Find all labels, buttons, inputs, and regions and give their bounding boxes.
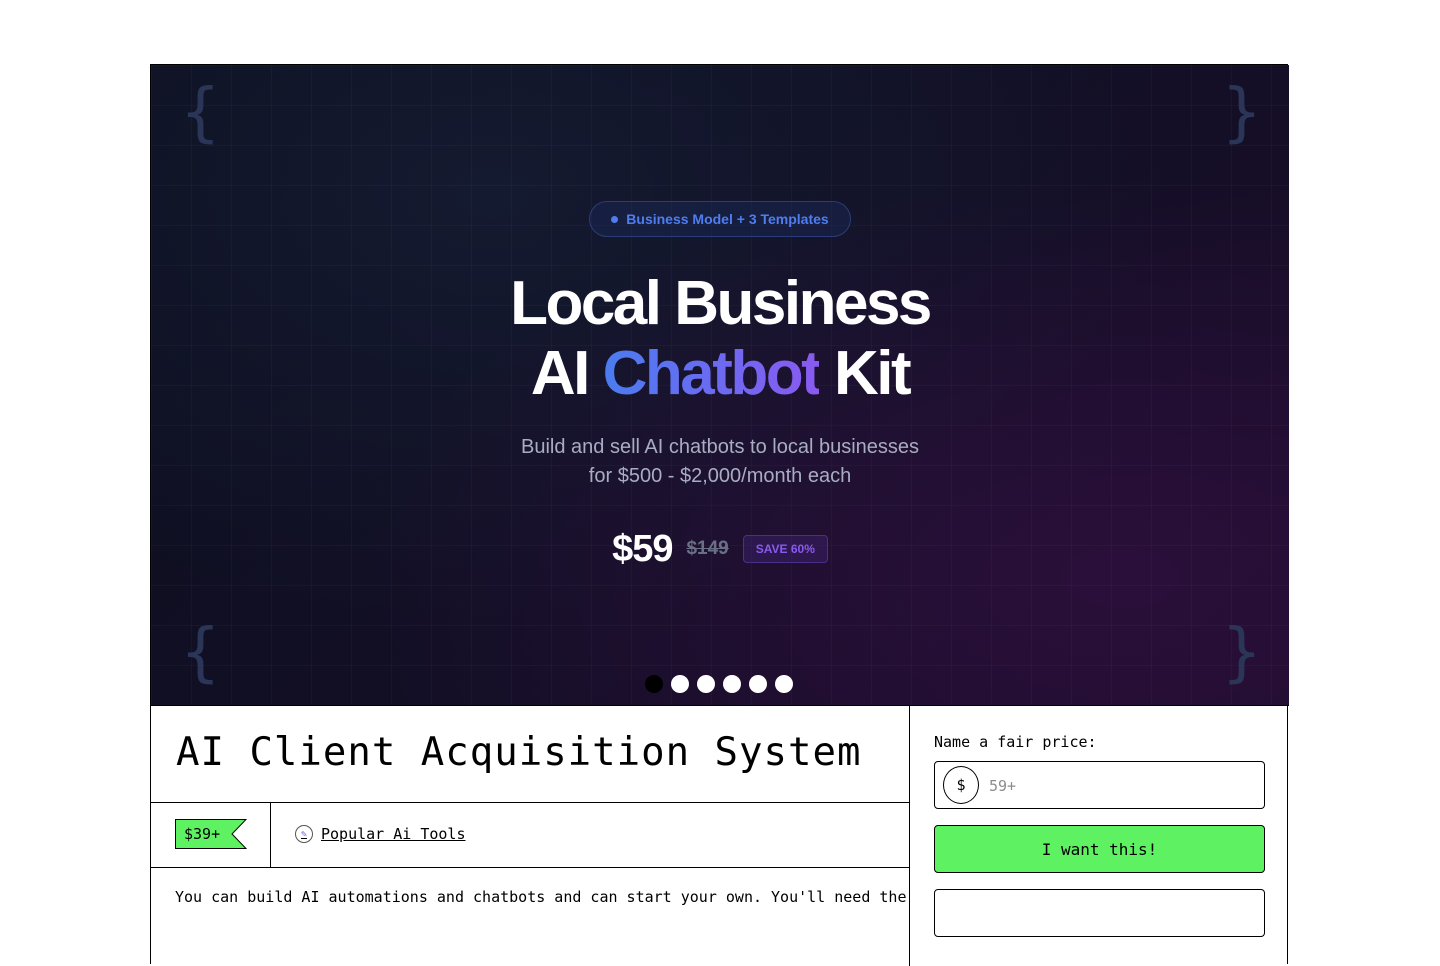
product-frame: { } { } Business Model + 3 Templates Loc… [150, 64, 1289, 966]
product-title: AI Client Acquisition System [176, 730, 862, 775]
brace-decoration: } [1222, 76, 1261, 150]
price-cell: $39+ [151, 803, 271, 867]
carousel-dot-5[interactable] [749, 675, 767, 693]
secondary-button[interactable] [934, 889, 1265, 937]
save-badge: SAVE 60% [742, 535, 828, 563]
hero-price-row: $59 $149 SAVE 60% [151, 527, 1289, 571]
carousel-dot-2[interactable] [671, 675, 689, 693]
hero-badge: Business Model + 3 Templates [589, 201, 851, 237]
price-input-wrapper[interactable]: $ [934, 761, 1265, 809]
creator-name: Popular Ai Tools [321, 825, 466, 843]
carousel-dots [645, 675, 793, 693]
fair-price-label: Name a fair price: [934, 733, 1097, 751]
carousel-dot-3[interactable] [697, 675, 715, 693]
carousel-dot-4[interactable] [723, 675, 741, 693]
hero-price: $59 [612, 527, 673, 570]
hero-title-line2: AI Chatbot Kit [151, 339, 1289, 409]
price-input[interactable] [987, 770, 1251, 802]
price-tag: $39+ [175, 819, 247, 849]
price-tag-label: $39+ [184, 825, 221, 843]
purchase-column: Name a fair price: $ I want this! [910, 706, 1289, 966]
product-meta-row: $39+ ✎ Popular Ai Tools [151, 802, 909, 868]
currency-symbol: $ [943, 766, 979, 804]
brace-decoration: } [1222, 616, 1261, 690]
hero-subtitle-line1: Build and sell AI chatbots to local busi… [520, 436, 920, 458]
brace-decoration: { [181, 616, 220, 690]
badge-dot-icon [611, 215, 619, 223]
hero-title-line1: Local Business [510, 269, 932, 338]
hero-title-suffix: Kit [833, 339, 912, 408]
i-want-this-button[interactable]: I want this! [934, 825, 1265, 873]
hero-title-prefix: AI [530, 339, 591, 408]
product-info-column: AI Client Acquisition System $39+ ✎ Popu… [151, 706, 910, 966]
creator-link[interactable]: ✎ Popular Ai Tools [295, 825, 466, 843]
carousel-dot-1[interactable] [645, 675, 663, 693]
product-description: You can build AI automations and chatbot… [175, 888, 907, 906]
hero-subtitle-line2: for $500 - $2,000/month each [588, 465, 852, 487]
hero-original-price: $149 [686, 538, 729, 559]
hero-title-highlight: Chatbot [602, 339, 822, 408]
creator-avatar-icon: ✎ [295, 825, 313, 843]
brace-decoration: { [181, 76, 220, 150]
hero-badge-label: Business Model + 3 Templates [626, 211, 829, 227]
product-cover-carousel[interactable]: { } { } Business Model + 3 Templates Loc… [151, 65, 1289, 706]
carousel-dot-6[interactable] [775, 675, 793, 693]
